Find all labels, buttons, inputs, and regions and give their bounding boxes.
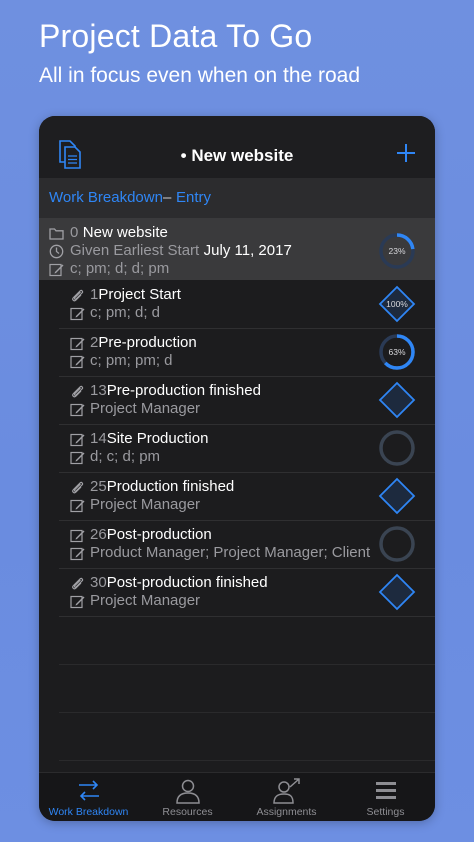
task-id: 13 bbox=[90, 382, 107, 399]
milestone-diamond: 100% bbox=[378, 285, 416, 323]
resources-text: d; c; d; pm bbox=[90, 448, 161, 465]
breadcrumb-entry[interactable]: Entry bbox=[176, 189, 211, 206]
task-row[interactable]: 14Site Production d; c; d; pm bbox=[59, 424, 435, 473]
date-value: July 11, 2017 bbox=[203, 242, 292, 259]
plus-icon[interactable] bbox=[393, 138, 419, 168]
edit-icon bbox=[70, 403, 85, 417]
task-row[interactable]: 2Pre-production c; pm; pm; d 63% bbox=[59, 328, 435, 377]
paperclip-icon bbox=[72, 481, 84, 494]
edit-icon bbox=[49, 263, 64, 277]
progress-ring: 23% bbox=[378, 232, 416, 270]
empty-row bbox=[59, 664, 435, 713]
edit-icon bbox=[70, 451, 85, 465]
root-task-row[interactable]: 0 New website Given Earliest Start July … bbox=[39, 218, 435, 280]
progress-ring bbox=[378, 429, 416, 467]
edit-icon bbox=[70, 547, 85, 561]
menu-icon bbox=[376, 782, 396, 799]
task-row[interactable]: 1Project Start c; pm; d; d 100% bbox=[59, 280, 435, 329]
task-name: Post-production bbox=[106, 526, 212, 543]
progress-ring: 63% bbox=[378, 333, 416, 371]
task-name: Site Production bbox=[106, 430, 209, 447]
tab-settings[interactable]: Settings bbox=[336, 773, 435, 821]
paperclip-icon bbox=[72, 289, 84, 302]
resources-text: Project Manager bbox=[90, 400, 201, 417]
edit-icon bbox=[70, 307, 85, 321]
tab-label: Work Breakdown bbox=[48, 806, 129, 818]
tab-label: Resources bbox=[162, 806, 213, 818]
tab-bar: Work Breakdown Resources Assignments Set… bbox=[39, 772, 435, 821]
person-icon bbox=[176, 779, 200, 804]
hero-subtitle: All in focus even when on the road bbox=[39, 64, 361, 87]
edit-icon bbox=[70, 529, 85, 543]
edit-icon bbox=[70, 595, 85, 609]
task-row[interactable]: 25Production finished Project Manager bbox=[59, 472, 435, 521]
assignment-icon bbox=[273, 778, 300, 804]
task-id: 0 bbox=[70, 224, 79, 241]
task-id: 30 bbox=[90, 574, 107, 591]
resources-text: c; pm; pm; d bbox=[90, 352, 173, 369]
breadcrumb: Work Breakdown – Entry bbox=[39, 178, 435, 218]
task-name: Project Start bbox=[98, 286, 181, 303]
tab-assignments[interactable]: Assignments bbox=[237, 773, 336, 821]
task-name: Pre-production finished bbox=[106, 382, 261, 399]
progress-label: 63% bbox=[388, 347, 405, 357]
nav-title: • New website bbox=[180, 146, 294, 165]
tab-label: Settings bbox=[366, 806, 405, 818]
resources-text: c; pm; d; d; pm bbox=[70, 260, 170, 277]
paperclip-icon bbox=[72, 385, 84, 398]
resources-text: Product Manager; Project Manager; Client bbox=[90, 544, 371, 561]
edit-icon bbox=[70, 355, 85, 369]
empty-row bbox=[59, 616, 435, 665]
resources-text: Project Manager bbox=[90, 496, 201, 513]
date-label: Given Earliest Start bbox=[70, 242, 200, 259]
task-row[interactable]: 30Post-production finished Project Manage… bbox=[59, 568, 435, 617]
edit-icon bbox=[70, 499, 85, 513]
task-id: 25 bbox=[90, 478, 107, 495]
paperclip-icon bbox=[72, 577, 84, 590]
task-name: Post-production finished bbox=[106, 574, 268, 591]
task-name: New website bbox=[82, 224, 168, 241]
task-id: 14 bbox=[90, 430, 107, 447]
task-row[interactable]: 26Post-production Product Manager; Projec… bbox=[59, 520, 435, 569]
milestone-diamond bbox=[378, 381, 416, 419]
task-id: 26 bbox=[90, 526, 107, 543]
task-name: Production finished bbox=[106, 478, 235, 495]
work-breakdown-icon bbox=[79, 780, 99, 801]
breadcrumb-separator: – bbox=[163, 189, 172, 206]
edit-icon bbox=[70, 337, 85, 351]
clock-icon bbox=[49, 244, 64, 259]
milestone-diamond bbox=[378, 573, 416, 611]
resources-text: c; pm; d; d bbox=[90, 304, 161, 321]
empty-row bbox=[59, 712, 435, 761]
app-window: • New website Work Breakdown – Entry 0 N… bbox=[39, 116, 435, 821]
hero-title: Project Data To Go bbox=[39, 18, 313, 54]
edit-icon bbox=[70, 433, 85, 447]
task-row[interactable]: 13Pre-production finished Project Manager bbox=[59, 376, 435, 425]
resources-text: Project Manager bbox=[90, 592, 201, 609]
milestone-diamond bbox=[378, 477, 416, 515]
breadcrumb-work-breakdown[interactable]: Work Breakdown bbox=[49, 189, 163, 206]
navigation-bar: • New website bbox=[39, 116, 435, 178]
tab-resources[interactable]: Resources bbox=[138, 773, 237, 821]
progress-label: 23% bbox=[388, 246, 405, 256]
progress-label: 100% bbox=[386, 299, 408, 309]
tab-label: Assignments bbox=[256, 806, 317, 818]
progress-ring bbox=[378, 525, 416, 563]
folder-icon bbox=[49, 228, 64, 240]
tab-work-breakdown[interactable]: Work Breakdown bbox=[39, 773, 138, 821]
task-name: Pre-production bbox=[98, 334, 197, 351]
